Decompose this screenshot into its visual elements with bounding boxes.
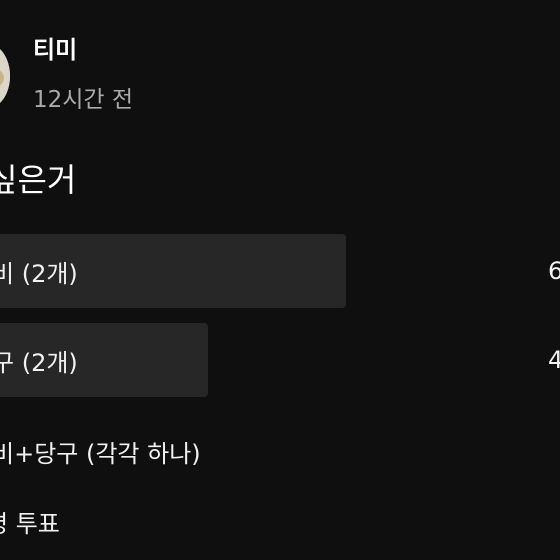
poll-option-label: 비 (2개) bbox=[0, 259, 78, 288]
poll-option-1[interactable]: 비 (2개) 6 bbox=[0, 234, 560, 308]
poll-question: 싶은거 bbox=[0, 161, 77, 199]
poll-option-label: 비+당구 (각각 하나) bbox=[0, 439, 201, 468]
channel-avatar[interactable] bbox=[0, 44, 10, 108]
avatar-image bbox=[0, 44, 10, 108]
poll-option-2[interactable]: 구 (2개) 4 bbox=[0, 323, 560, 397]
poll-option-label: 구 (2개) bbox=[0, 348, 78, 377]
poll-option-percent: 6 bbox=[548, 257, 560, 285]
post-timestamp: 12시간 전 bbox=[33, 87, 134, 113]
poll-option-percent: 4 bbox=[548, 346, 560, 374]
vote-count: 명 투표 bbox=[0, 510, 60, 538]
community-post: 티미 12시간 전 싶은거 비 (2개) 6 구 (2개) 4 비+당구 (각각… bbox=[0, 0, 560, 560]
poll-option-3[interactable]: 비+당구 (각각 하나) bbox=[0, 414, 560, 488]
author-name[interactable]: 티미 bbox=[33, 34, 77, 66]
